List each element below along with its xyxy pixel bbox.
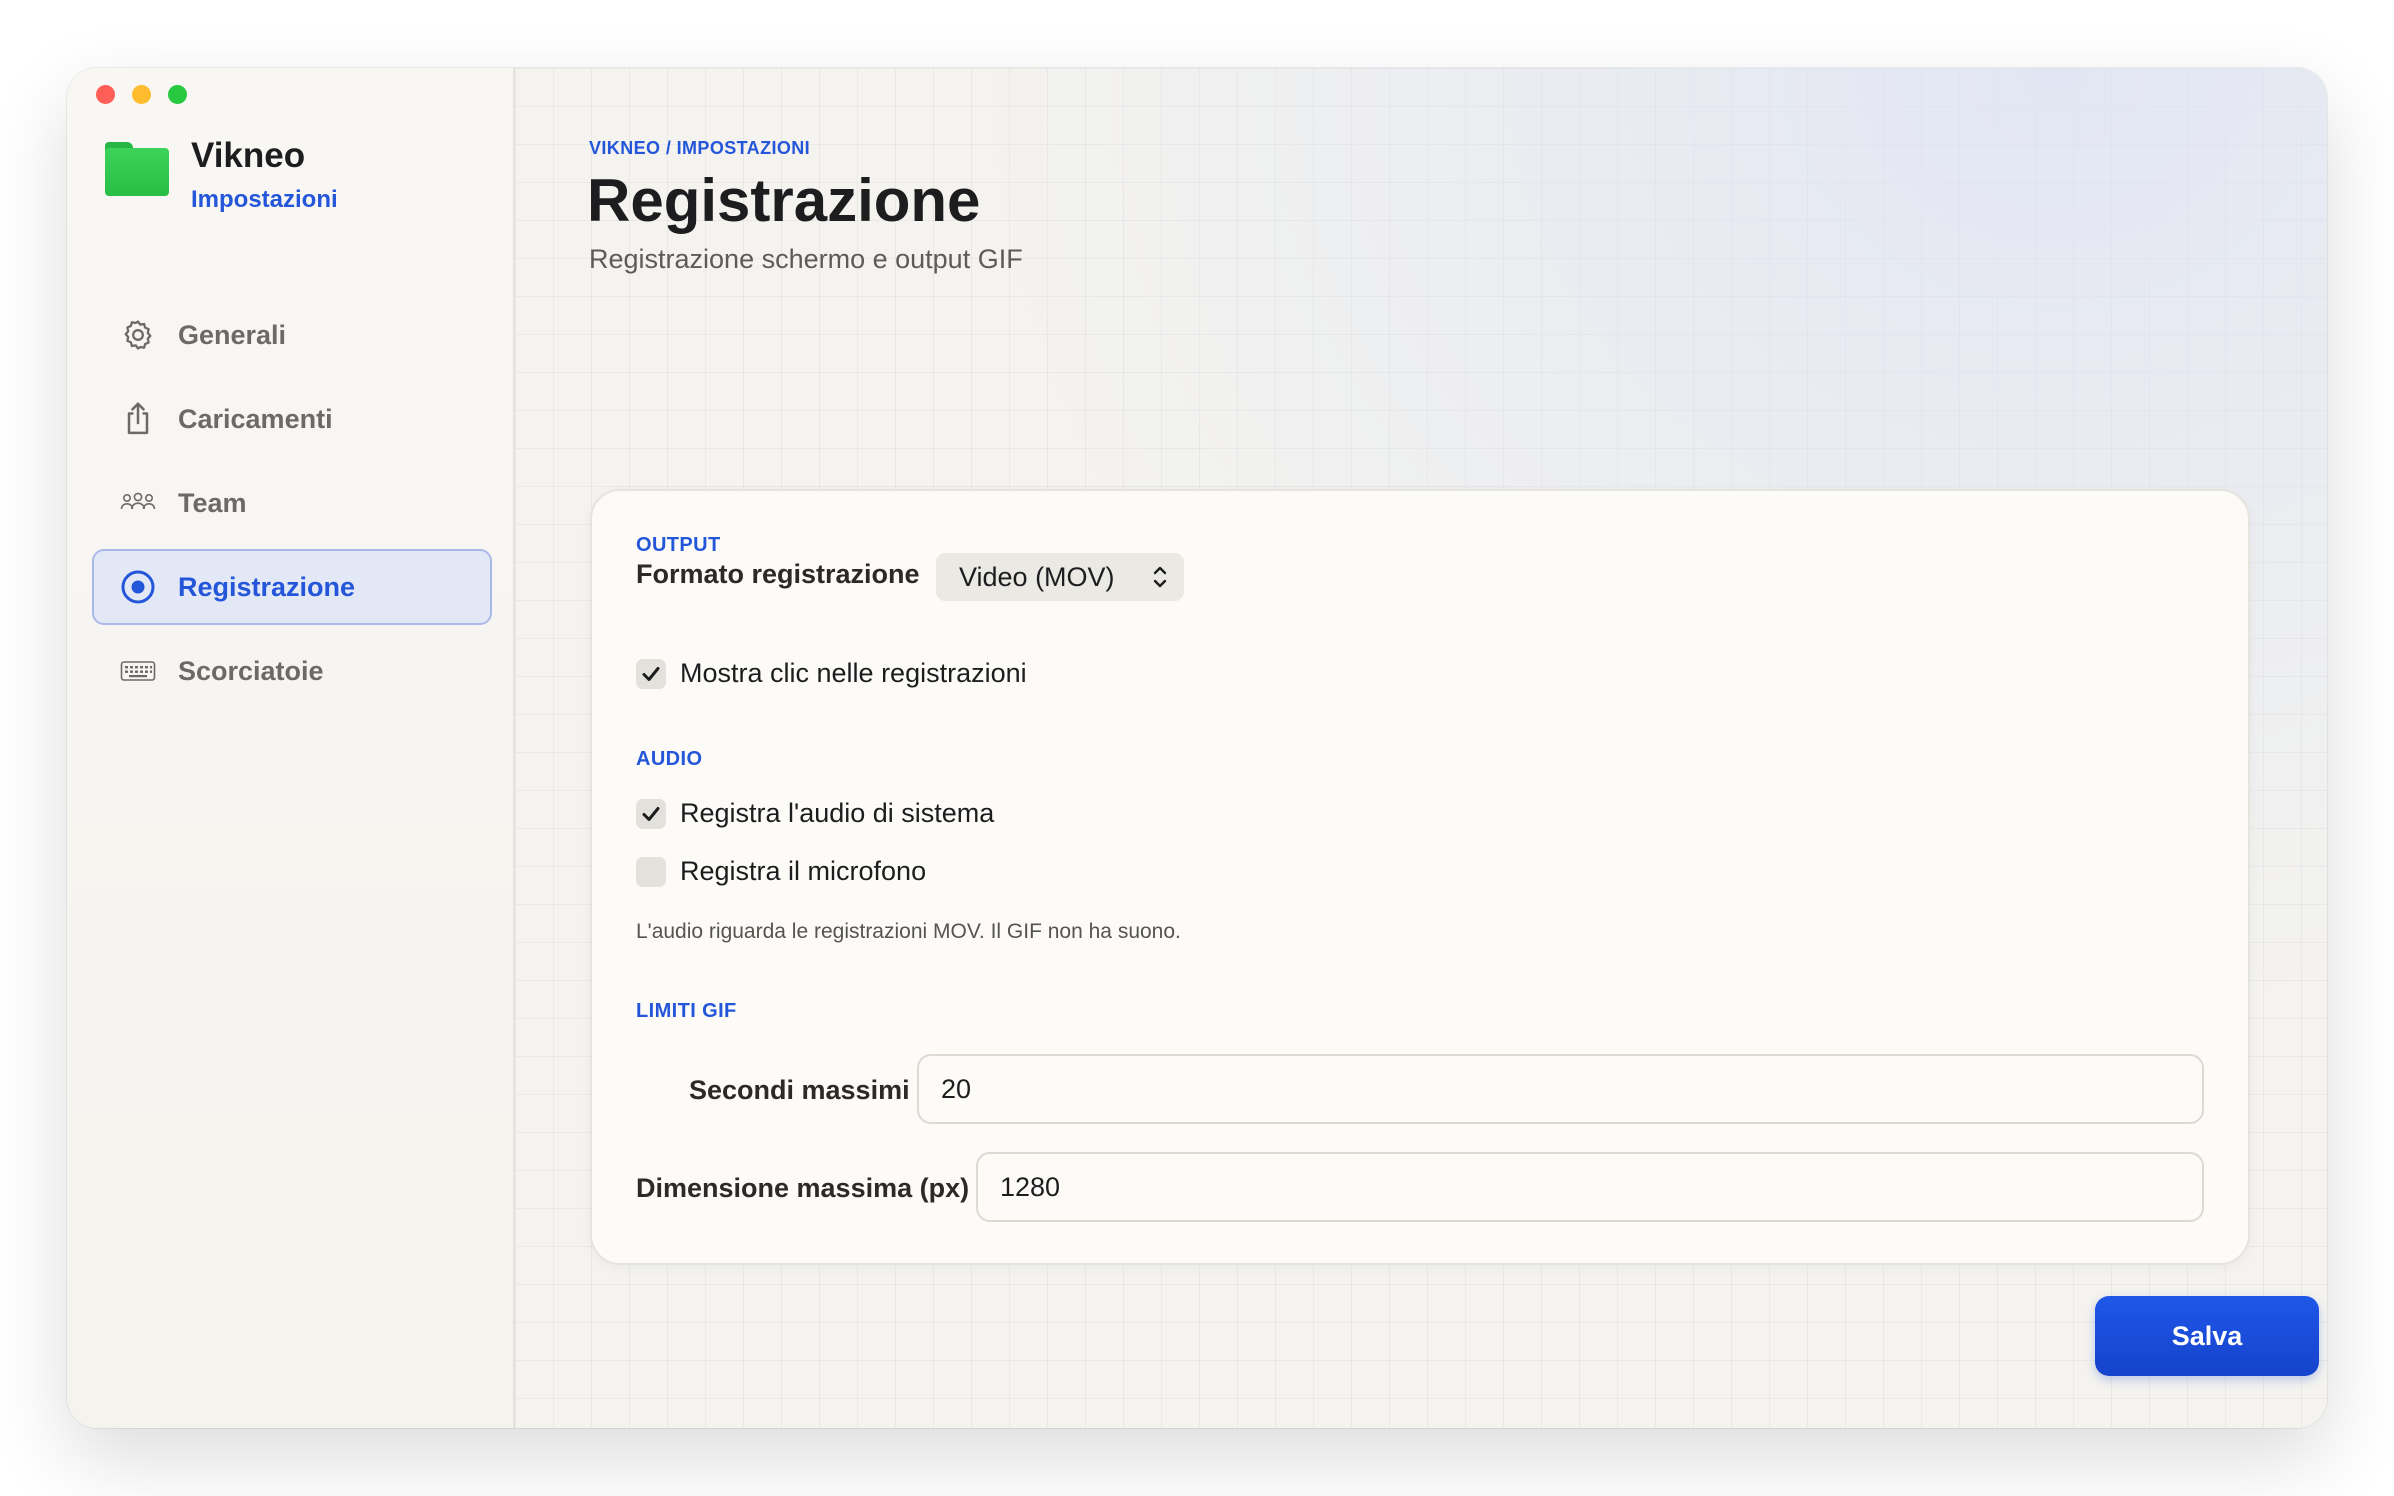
microphone-label: Registra il microfono — [680, 856, 927, 886]
show-clicks-checkbox[interactable] — [636, 658, 666, 689]
sidebar-item-label: Registrazione — [178, 571, 356, 602]
upload-icon — [120, 401, 156, 437]
sidebar-item-label: Generali — [178, 319, 287, 350]
keyboard-icon — [120, 653, 156, 689]
format-select-value: Video (MOV) — [959, 561, 1115, 592]
folder-icon — [105, 142, 169, 200]
max-seconds-input[interactable]: 20 — [917, 1054, 2204, 1124]
section-label-output: OUTPUT — [636, 534, 721, 556]
system-audio-label: Registra l'audio di sistema — [680, 798, 995, 828]
max-seconds-label: Secondi massimi — [689, 1075, 910, 1105]
close-window-button[interactable] — [96, 85, 115, 104]
sidebar-item-team[interactable]: Team — [92, 465, 492, 541]
audio-hint: L'audio riguarda le registrazioni MOV. I… — [636, 920, 1181, 943]
microphone-checkbox[interactable] — [636, 856, 666, 887]
page-title: Registrazione — [587, 167, 981, 234]
format-select[interactable]: Video (MOV) — [936, 553, 1184, 601]
app-section: Impostazioni — [191, 186, 338, 213]
system-audio-option[interactable]: Registra l'audio di sistema — [636, 798, 994, 829]
chevron-up-down-icon — [1152, 563, 1168, 598]
sidebar-item-generali[interactable]: Generali — [92, 297, 492, 373]
sidebar-item-scorciatoie[interactable]: Scorciatoie — [92, 633, 492, 709]
sidebar-item-caricamenti[interactable]: Caricamenti — [92, 381, 492, 457]
checkmark-icon — [642, 666, 660, 681]
format-label: Formato registrazione — [636, 559, 920, 589]
sidebar-item-label: Caricamenti — [178, 403, 333, 434]
settings-card: OUTPUT Formato registrazione Video (MOV)… — [590, 489, 2250, 1265]
checkmark-icon — [642, 806, 660, 821]
minimize-window-button[interactable] — [132, 85, 151, 104]
max-size-label: Dimensione massima (px) — [636, 1173, 970, 1203]
save-button[interactable]: Salva — [2095, 1296, 2319, 1376]
microphone-option[interactable]: Registra il microfono — [636, 856, 926, 887]
section-label-gif-limits: LIMITI GIF — [636, 1000, 737, 1022]
app-brand: Vikneo Impostazioni — [105, 130, 338, 214]
gear-icon — [120, 317, 156, 353]
system-audio-checkbox[interactable] — [636, 798, 666, 829]
page-subtitle: Registrazione schermo e output GIF — [589, 244, 1023, 274]
sidebar-nav: Generali Caricamenti Team Registrazione … — [92, 297, 492, 717]
max-size-input[interactable]: 1280 — [976, 1152, 2204, 1222]
record-icon — [120, 569, 156, 605]
sidebar-item-label: Team — [178, 487, 247, 518]
sidebar-item-registrazione[interactable]: Registrazione — [92, 549, 492, 625]
show-clicks-label: Mostra clic nelle registrazioni — [680, 658, 1027, 688]
settings-window: Vikneo Impostazioni Generali Caricamenti… — [67, 68, 2327, 1428]
section-label-audio: AUDIO — [636, 748, 703, 770]
main-content: VIKNEO / IMPOSTAZIONI Registrazione Regi… — [515, 68, 2327, 1428]
app-name: Vikneo — [191, 136, 306, 175]
window-controls — [96, 85, 187, 104]
sidebar-item-label: Scorciatoie — [178, 655, 324, 686]
show-clicks-option[interactable]: Mostra clic nelle registrazioni — [636, 658, 1027, 689]
breadcrumb: VIKNEO / IMPOSTAZIONI — [589, 138, 811, 158]
zoom-window-button[interactable] — [168, 85, 187, 104]
people-icon — [120, 485, 156, 521]
sidebar: Vikneo Impostazioni Generali Caricamenti… — [67, 68, 515, 1428]
